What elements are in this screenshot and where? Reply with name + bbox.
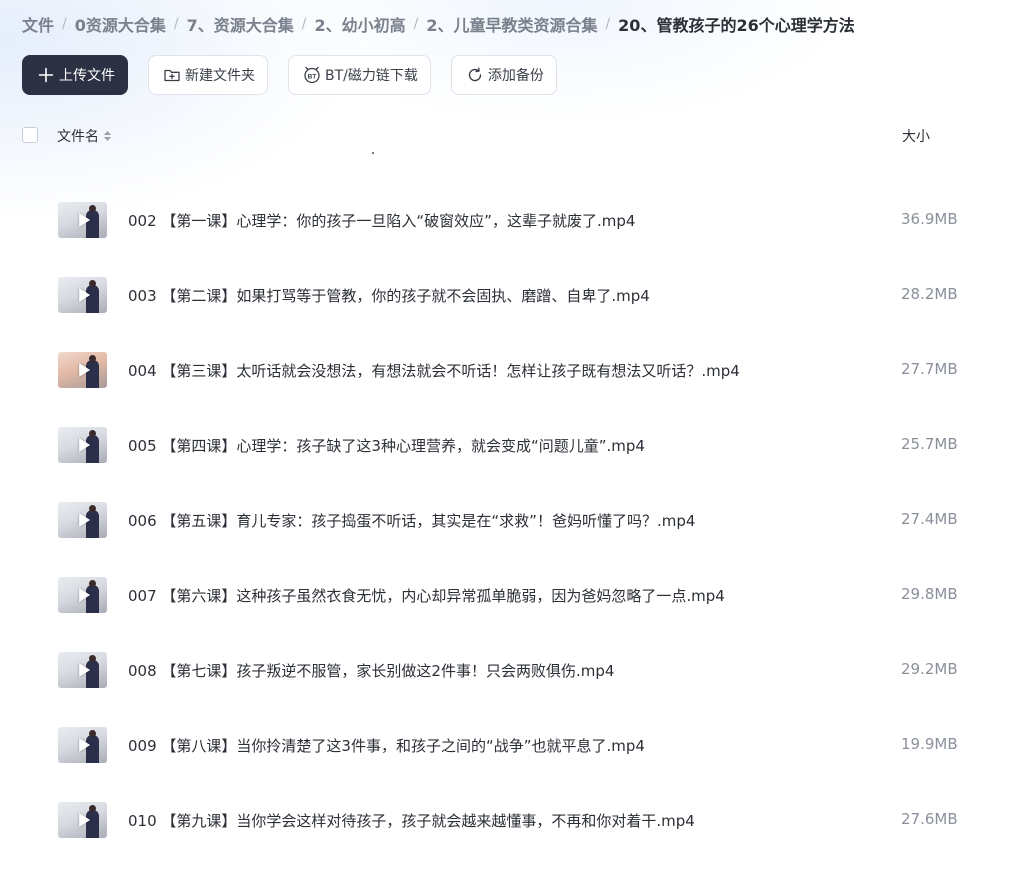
upload-button[interactable]: 上传文件 (22, 55, 128, 95)
stray-dot (372, 152, 374, 154)
video-thumbnail (58, 427, 107, 463)
refresh-icon (466, 66, 484, 84)
file-row[interactable]: 007 【第六课】这种孩子虽然衣食无忧，内心却异常孤单脆弱，因为爸妈忽略了一点.… (0, 559, 1017, 634)
column-header-name-label: 文件名 (57, 129, 99, 145)
file-row[interactable]: 002 【第一课】心理学：你的孩子一旦陷入“破窗效应”，这辈子就废了.mp4 3… (0, 184, 1017, 259)
video-thumbnail (58, 502, 107, 538)
video-thumbnail (58, 652, 107, 688)
select-all-checkbox[interactable] (22, 127, 38, 143)
play-icon (78, 363, 90, 377)
file-row[interactable]: 005 【第四课】心理学：孩子缺了这3种心理营养，就会变成“问题儿童”.mp4 … (0, 409, 1017, 484)
breadcrumb-item-resource-collection[interactable]: 0资源大合集 (75, 12, 166, 36)
breadcrumb-item-k12[interactable]: 2、幼小初高 (314, 12, 405, 36)
file-row[interactable]: 008 【第七课】孩子叛逆不服管，家长别做这2件事！只会两败俱伤.mp4 29.… (0, 634, 1017, 709)
file-size: 27.7MB (901, 360, 958, 378)
file-size: 27.4MB (901, 510, 958, 528)
file-name[interactable]: 009 【第八课】当你拎清楚了这3件事，和孩子之间的“战争”也就平息了.mp4 (128, 735, 645, 756)
file-name[interactable]: 008 【第七课】孩子叛逆不服管，家长别做这2件事！只会两败俱伤.mp4 (128, 660, 614, 681)
svg-text:BT: BT (308, 73, 317, 80)
new-folder-button[interactable]: 新建文件夹 (148, 55, 268, 95)
file-row[interactable]: 006 【第五课】育儿专家：孩子捣蛋不听话，其实是在“求救”！爸妈听懂了吗？.m… (0, 484, 1017, 559)
play-icon (78, 588, 90, 602)
breadcrumb: 文件 / 0资源大合集 / 7、资源大合集 / 2、幼小初高 / 2、儿童早教类… (22, 12, 855, 36)
bt-download-button-label: BT/磁力链下载 (325, 68, 418, 84)
file-size: 29.8MB (901, 585, 958, 603)
sort-icon[interactable] (103, 130, 112, 142)
video-thumbnail (58, 727, 107, 763)
video-thumbnail (58, 577, 107, 613)
file-list: 002 【第一课】心理学：你的孩子一旦陷入“破窗效应”，这辈子就废了.mp4 3… (0, 147, 1017, 876)
file-name[interactable]: 003 【第二课】如果打骂等于管教，你的孩子就不会固执、磨蹭、自卑了.mp4 (128, 285, 650, 306)
video-thumbnail (58, 352, 107, 388)
file-name[interactable]: 006 【第五课】育儿专家：孩子捣蛋不听话，其实是在“求救”！爸妈听懂了吗？.m… (128, 510, 695, 531)
file-size: 36.9MB (901, 210, 958, 228)
play-icon (78, 513, 90, 527)
breadcrumb-separator: / (173, 16, 179, 32)
file-row[interactable]: 010 【第九课】当你学会这样对待孩子，孩子就会越来越懂事，不再和你对着干.mp… (0, 784, 1017, 859)
breadcrumb-item-current-folder: 20、管教孩子的26个心理学方法 (618, 16, 855, 35)
column-header-name[interactable]: 文件名 (57, 126, 112, 146)
play-icon (78, 813, 90, 827)
play-icon (78, 738, 90, 752)
breadcrumb-item-resource-collection-7[interactable]: 7、资源大合集 (187, 12, 294, 36)
play-icon (78, 288, 90, 302)
video-thumbnail (58, 202, 107, 238)
plus-icon (37, 66, 55, 84)
breadcrumb-separator: / (301, 16, 307, 32)
file-name[interactable]: 010 【第九课】当你学会这样对待孩子，孩子就会越来越懂事，不再和你对着干.mp… (128, 810, 695, 831)
file-size: 27.6MB (901, 810, 958, 828)
new-folder-button-label: 新建文件夹 (185, 68, 255, 84)
play-icon (78, 213, 90, 227)
upload-button-label: 上传文件 (59, 68, 115, 84)
breadcrumb-item-files[interactable]: 文件 (22, 12, 54, 36)
file-row[interactable]: 003 【第二课】如果打骂等于管教，你的孩子就不会固执、磨蹭、自卑了.mp4 2… (0, 259, 1017, 334)
breadcrumb-separator: / (62, 16, 67, 32)
file-size: 29.2MB (901, 660, 958, 678)
file-name[interactable]: 002 【第一课】心理学：你的孩子一旦陷入“破窗效应”，这辈子就废了.mp4 (128, 210, 635, 231)
breadcrumb-item-early-education[interactable]: 2、儿童早教类资源合集 (426, 12, 597, 36)
breadcrumb-separator: / (605, 16, 611, 32)
file-name[interactable]: 004 【第三课】太听话就会没想法，有想法就会不听话！怎样让孩子既有想法又听话？… (128, 360, 740, 381)
play-icon (78, 438, 90, 452)
file-size: 19.9MB (901, 735, 958, 753)
video-thumbnail (58, 802, 107, 838)
file-row[interactable]: 004 【第三课】太听话就会没想法，有想法就会不听话！怎样让孩子既有想法又听话？… (0, 334, 1017, 409)
file-size: 28.2MB (901, 285, 958, 303)
file-size: 25.7MB (901, 435, 958, 453)
bt-download-button[interactable]: BT BT/磁力链下载 (288, 55, 431, 95)
file-row[interactable] (0, 147, 1017, 162)
column-header-size[interactable]: 大小 (902, 126, 930, 146)
file-name[interactable]: 005 【第四课】心理学：孩子缺了这3种心理营养，就会变成“问题儿童”.mp4 (128, 435, 645, 456)
file-row[interactable]: 009 【第八课】当你拎清楚了这3件事，和孩子之间的“战争”也就平息了.mp4 … (0, 709, 1017, 784)
breadcrumb-separator: / (413, 16, 419, 32)
file-name[interactable]: 007 【第六课】这种孩子虽然衣食无忧，内心却异常孤单脆弱，因为爸妈忽略了一点.… (128, 585, 725, 606)
video-thumbnail (58, 277, 107, 313)
toolbar: 上传文件 新建文件夹 BT BT/磁力链下载 添加备份 (22, 55, 557, 95)
bt-icon: BT (303, 66, 321, 84)
add-backup-button-label: 添加备份 (487, 68, 544, 84)
add-backup-button[interactable]: 添加备份 (450, 55, 557, 95)
folder-plus-icon (163, 66, 181, 84)
play-icon (78, 663, 90, 677)
